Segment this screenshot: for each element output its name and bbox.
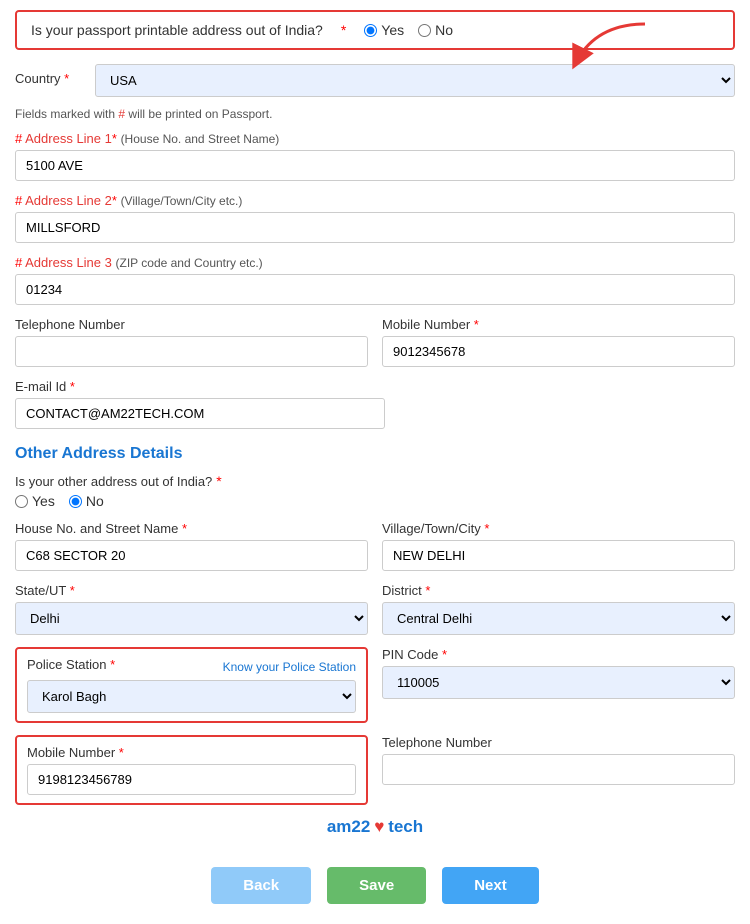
country-select[interactable]: USA India UK Canada Australia <box>95 64 735 97</box>
state-district-row: State/UT * Delhi Maharashtra Karnataka T… <box>15 583 735 635</box>
country-row: Country * USA India UK Canada Australia <box>15 64 735 97</box>
other-no-radio[interactable] <box>69 495 82 508</box>
passport-question-label: Is your passport printable address out o… <box>31 22 323 38</box>
brand-am22: am22 <box>327 817 370 836</box>
pin-code-label: PIN Code * <box>382 647 735 662</box>
passport-radio-group: Yes No <box>364 22 453 38</box>
house-village-row: House No. and Street Name * Village/Town… <box>15 521 735 571</box>
country-label: Country * <box>15 71 95 86</box>
bottom-buttons: Back Save Next <box>15 867 735 904</box>
village-label: Village/Town/City * <box>382 521 735 536</box>
address-line3-input[interactable] <box>15 274 735 305</box>
telephone-col: Telephone Number <box>15 317 368 367</box>
passport-no-label: No <box>435 22 453 38</box>
country-select-wrap: USA India UK Canada Australia <box>95 64 735 97</box>
address-line2-label: # Address Line 2* (Village/Town/City etc… <box>15 193 735 208</box>
village-col: Village/Town/City * <box>382 521 735 571</box>
state-col: State/UT * Delhi Maharashtra Karnataka T… <box>15 583 368 635</box>
other-no-option[interactable]: No <box>69 493 104 509</box>
fields-note: Fields marked with # will be printed on … <box>15 107 735 121</box>
address-line1-input[interactable] <box>15 150 735 181</box>
passport-required-star: * <box>341 22 346 38</box>
address-line3-label: # Address Line 3 (ZIP code and Country e… <box>15 255 735 270</box>
police-pin-row: Police Station * Know your Police Statio… <box>15 647 735 723</box>
police-station-select[interactable]: Karol Bagh Connaught Place Parliament St… <box>27 680 356 713</box>
house-input[interactable] <box>15 540 368 571</box>
mobile-other-label: Mobile Number * <box>27 745 356 760</box>
back-button[interactable]: Back <box>211 867 311 904</box>
passport-yes-label: Yes <box>381 22 404 38</box>
other-yes-label: Yes <box>32 493 55 509</box>
district-label: District * <box>382 583 735 598</box>
other-address-title: Other Address Details <box>15 445 735 463</box>
know-police-link[interactable]: Know your Police Station <box>223 660 356 674</box>
email-input[interactable] <box>15 398 385 429</box>
state-select[interactable]: Delhi Maharashtra Karnataka Tamil Nadu <box>15 602 368 635</box>
other-yes-radio[interactable] <box>15 495 28 508</box>
mobile-col: Mobile Number * <box>382 317 735 367</box>
passport-yes-radio[interactable] <box>364 24 377 37</box>
tel-other-col: Telephone Number <box>382 735 735 805</box>
brand-heart: ♥ <box>374 817 384 836</box>
house-label: House No. and Street Name * <box>15 521 368 536</box>
passport-yes-option[interactable]: Yes <box>364 22 404 38</box>
save-button[interactable]: Save <box>327 867 426 904</box>
address-line1-label: # Address Line 1* (House No. and Street … <box>15 131 735 146</box>
passport-no-option[interactable]: No <box>418 22 453 38</box>
mobile-label: Mobile Number * <box>382 317 735 332</box>
other-address-question-label: Is your other address out of India? <box>15 474 212 489</box>
pin-code-select[interactable]: 110005 110006 110007 <box>382 666 735 699</box>
tel-other-input[interactable] <box>382 754 735 785</box>
village-input[interactable] <box>382 540 735 571</box>
mobile-other-box: Mobile Number * <box>15 735 368 805</box>
district-col: District * Central Delhi North Delhi Sou… <box>382 583 735 635</box>
state-label: State/UT * <box>15 583 368 598</box>
other-address-radio-group: Yes No <box>15 493 735 509</box>
tel-other-label: Telephone Number <box>382 735 735 750</box>
telephone-input[interactable] <box>15 336 368 367</box>
passport-question-box: Is your passport printable address out o… <box>15 10 735 50</box>
address-line2-input[interactable] <box>15 212 735 243</box>
mobile-other-input[interactable] <box>27 764 356 795</box>
tel-mobile-row: Telephone Number Mobile Number * <box>15 317 735 367</box>
district-select[interactable]: Central Delhi North Delhi South Delhi Ea… <box>382 602 735 635</box>
passport-no-radio[interactable] <box>418 24 431 37</box>
other-address-question-row: Is your other address out of India? * Ye… <box>15 473 735 509</box>
email-label: E-mail Id * <box>15 379 385 394</box>
police-station-label: Police Station * <box>27 657 115 672</box>
mobile-tel-other-row: Mobile Number * Telephone Number <box>15 735 735 805</box>
pin-code-col: PIN Code * 110005 110006 110007 <box>382 647 735 723</box>
police-station-box: Police Station * Know your Police Statio… <box>15 647 368 723</box>
email-row: E-mail Id * <box>15 379 385 429</box>
next-button[interactable]: Next <box>442 867 539 904</box>
other-yes-option[interactable]: Yes <box>15 493 55 509</box>
address-line1-row: # Address Line 1* (House No. and Street … <box>15 131 735 181</box>
address-line2-row: # Address Line 2* (Village/Town/City etc… <box>15 193 735 243</box>
address-line3-row: # Address Line 3 (ZIP code and Country e… <box>15 255 735 305</box>
brand-tech: tech <box>388 817 423 836</box>
police-station-header: Police Station * Know your Police Statio… <box>27 657 356 676</box>
house-col: House No. and Street Name * <box>15 521 368 571</box>
telephone-label: Telephone Number <box>15 317 368 332</box>
mobile-input[interactable] <box>382 336 735 367</box>
brand-line: am22 ♥ tech <box>15 817 735 837</box>
other-no-label: No <box>86 493 104 509</box>
